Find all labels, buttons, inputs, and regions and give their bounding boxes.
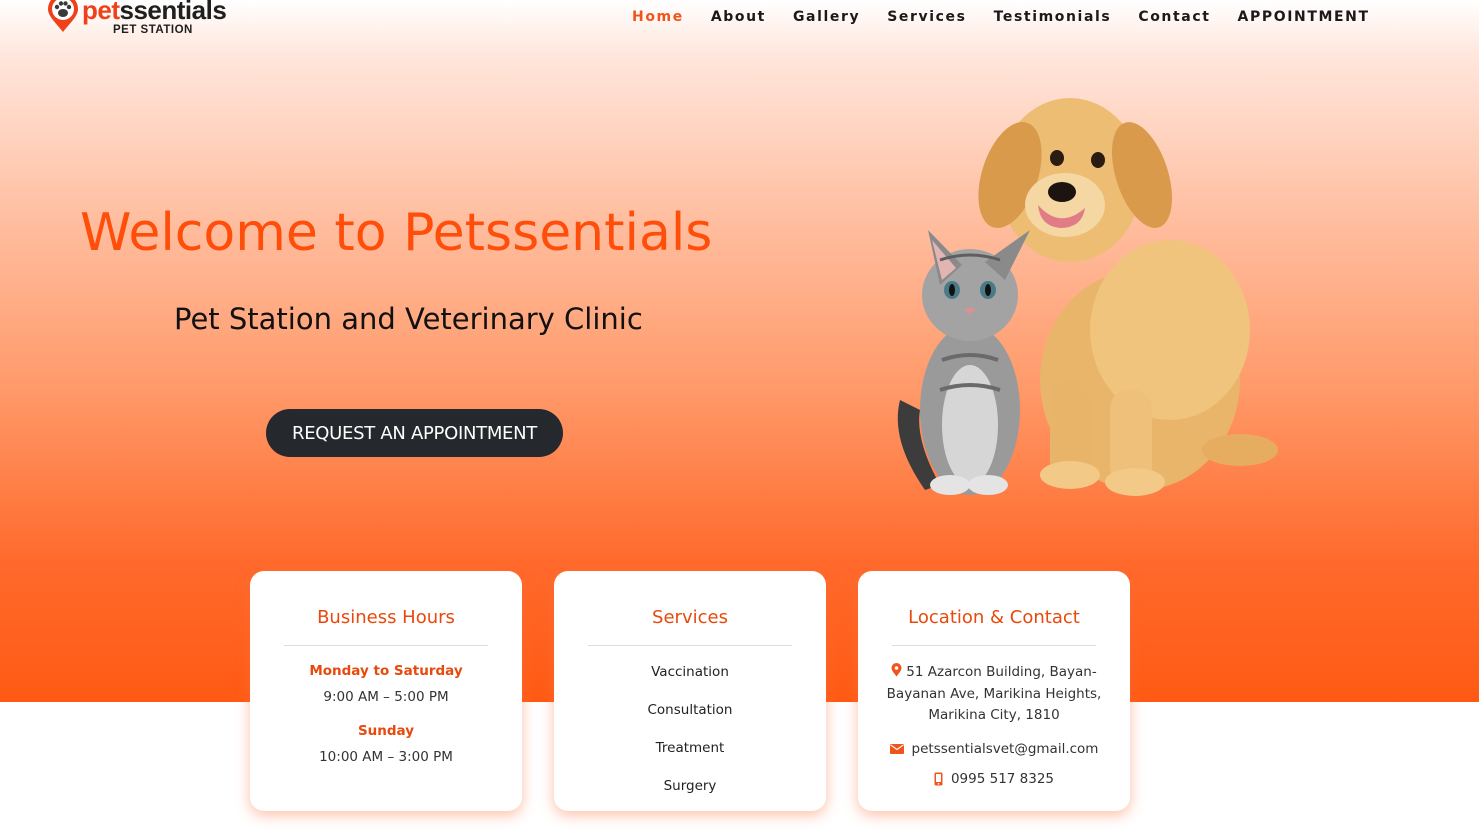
phone-row[interactable]: 0995 517 8325 (858, 771, 1130, 787)
request-appointment-button[interactable]: REQUEST AN APPOINTMENT (266, 409, 563, 457)
services-list: Vaccination Consultation Treatment Surge… (554, 653, 826, 805)
divider (284, 645, 488, 646)
weekday-hours: 9:00 AM – 5:00 PM (323, 689, 449, 705)
list-item: Vaccination (651, 664, 729, 680)
address: 51 Azarcon Building, Bayan-Bayanan Ave, … (858, 662, 1130, 727)
mobile-phone-icon (934, 772, 943, 785)
sunday-label: Sunday (357, 723, 415, 739)
weekday-label: Monday to Saturday (309, 663, 463, 679)
paw-pin-icon (48, 0, 78, 32)
location-contact-card: Location & Contact 51 Azarcon Building, … (858, 571, 1130, 811)
email-row[interactable]: petssentialsvet@gmail.com (858, 741, 1130, 757)
sunday-hours: 10:00 AM – 3:00 PM (319, 749, 453, 765)
brand-wordmark: petssentials (82, 0, 227, 25)
list-item: Consultation (647, 702, 733, 718)
brand-tagline: PET STATION (113, 24, 193, 36)
card-title: Services (652, 607, 728, 628)
phone-text[interactable]: 0995 517 8325 (951, 771, 1054, 787)
divider (892, 645, 1096, 646)
business-hours-card: Business Hours Monday to Saturday 9:00 A… (250, 571, 522, 811)
list-item: Surgery (663, 778, 717, 794)
hero-title: Welcome to Petssentials (80, 203, 713, 263)
hero-subtitle: Pet Station and Veterinary Clinic (174, 302, 643, 336)
nav-appointment[interactable]: APPOINTMENT (1238, 8, 1370, 26)
card-title: Location & Contact (908, 607, 1080, 628)
main-nav: Home About Gallery Services Testimonials… (632, 8, 1397, 26)
nav-about[interactable]: About (711, 8, 766, 26)
map-pin-icon (891, 663, 902, 677)
nav-gallery[interactable]: Gallery (793, 8, 860, 26)
list-item: Treatment (655, 740, 725, 756)
address-text: 51 Azarcon Building, Bayan-Bayanan Ave, … (886, 664, 1102, 723)
email-text[interactable]: petssentialsvet@gmail.com (912, 741, 1099, 757)
card-title: Business Hours (317, 607, 455, 628)
divider (588, 645, 792, 646)
nav-services[interactable]: Services (887, 8, 966, 26)
nav-testimonials[interactable]: Testimonials (994, 8, 1112, 26)
nav-home[interactable]: Home (632, 8, 684, 26)
envelope-icon (889, 743, 904, 754)
nav-contact[interactable]: Contact (1138, 8, 1210, 26)
cat-and-puppy-illustration (897, 98, 1278, 496)
brand-logo[interactable]: petssentials PET STATION (46, 0, 236, 40)
services-card: Services Vaccination Consultation Treatm… (554, 571, 826, 811)
